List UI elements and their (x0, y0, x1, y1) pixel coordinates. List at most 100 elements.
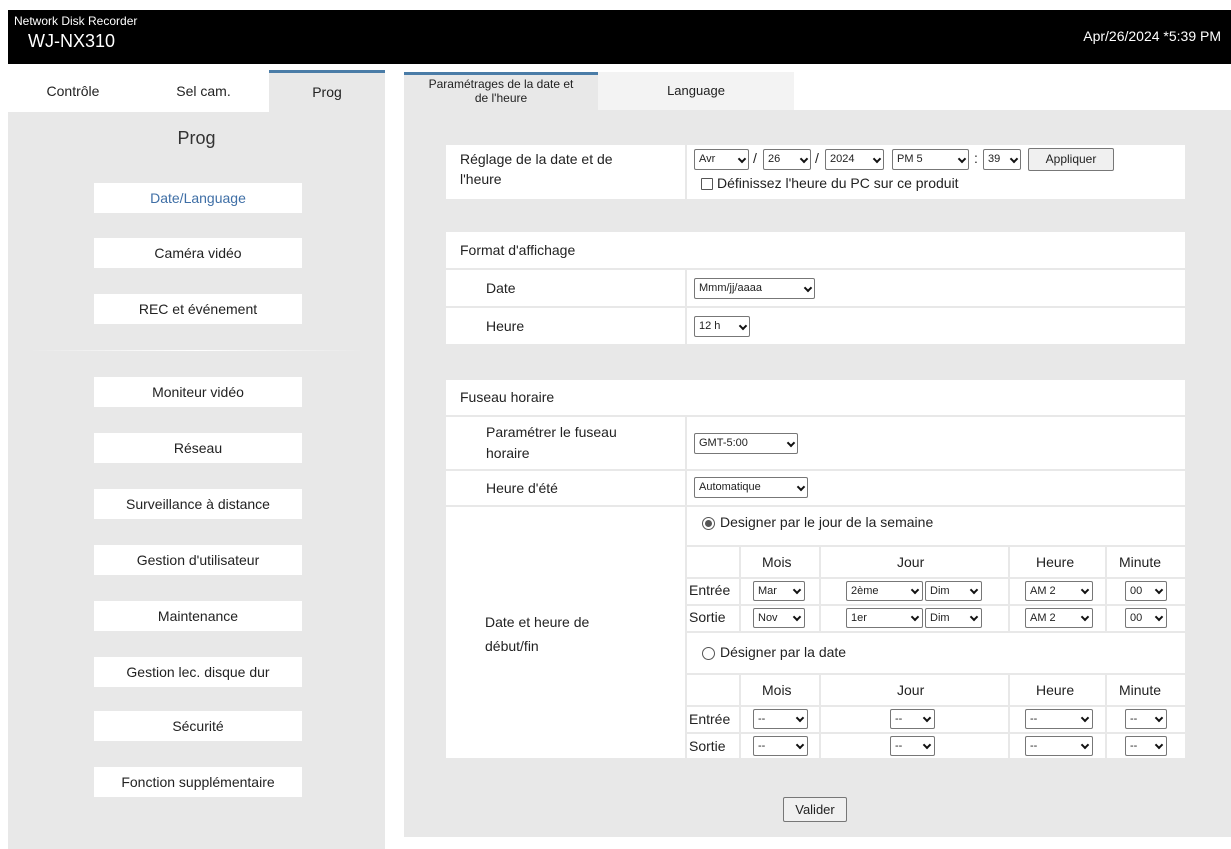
col-header-jour: Jour (897, 554, 925, 570)
time-format-select[interactable]: 12 h (694, 316, 750, 337)
col-header-mois: Mois (762, 554, 792, 570)
select-value: Mar (758, 585, 777, 597)
grid-line (1105, 547, 1107, 632)
dst-end-minute-select[interactable]: 00 (1125, 608, 1167, 628)
tab-controle[interactable]: Contrôle (8, 70, 138, 112)
chevron-down-icon (795, 713, 805, 723)
grid-line (1008, 547, 1010, 632)
date-start-day-select[interactable]: -- (890, 709, 935, 729)
grid-line (1105, 675, 1107, 758)
tab-date-time-line2: de l'heure (474, 91, 528, 105)
tab-prog[interactable]: Prog (269, 70, 385, 112)
menu-network[interactable]: Réseau (94, 433, 302, 463)
dst-start-minute-select[interactable]: 00 (1125, 581, 1167, 601)
col-header-mois: Mois (762, 682, 792, 698)
radio-by-date[interactable] (702, 647, 715, 660)
menu-maintenance[interactable]: Maintenance (94, 601, 302, 631)
chevron-down-icon (1080, 713, 1090, 723)
menu-video-monitor[interactable]: Moniteur vidéo (94, 377, 302, 407)
dst-select[interactable]: Automatique (694, 477, 808, 498)
menu-date-language[interactable]: Date/Language (94, 183, 302, 213)
year-select[interactable]: 2024 (825, 149, 884, 170)
date-start-hour-select[interactable]: -- (1025, 709, 1093, 729)
chevron-down-icon (1154, 585, 1164, 595)
select-value: -- (895, 740, 903, 752)
date-start-month-select[interactable]: -- (753, 709, 808, 729)
date-format-label: Date (446, 270, 685, 306)
apply-button[interactable]: Appliquer (1028, 148, 1114, 171)
dst-end-month-select[interactable]: Nov (753, 608, 805, 628)
date-end-minute-select[interactable]: -- (1125, 736, 1167, 756)
datetime-setting-label: Réglage de la date et de l'heure (446, 145, 685, 199)
select-value: -- (758, 713, 766, 725)
select-value: -- (895, 713, 903, 725)
by-weekday-label: Designer par le jour de la semaine (720, 514, 934, 530)
menu-hdd-management[interactable]: Gestion lec. disque dur (94, 657, 302, 687)
datetime-label-line1: Réglage de la date et de (460, 151, 613, 167)
month-select[interactable]: Avr (694, 149, 749, 170)
pc-time-checkbox[interactable] (701, 178, 713, 190)
hour-select[interactable]: PM 5 (892, 149, 969, 170)
radio-by-weekday[interactable] (702, 517, 715, 530)
row-label-entree: Entrée (689, 711, 731, 727)
tab-date-time[interactable]: Paramétrages de la date et de l'heure (404, 72, 598, 110)
tab-language[interactable]: Language (598, 72, 794, 110)
grid-line (739, 675, 741, 758)
date-separator-1: / (753, 150, 757, 166)
divider (687, 545, 1185, 547)
hour-select-value: PM 5 (897, 153, 923, 165)
menu-rec-event[interactable]: REC et événement (94, 294, 302, 324)
date-end-day-select[interactable]: -- (890, 736, 935, 756)
menu-extra-function[interactable]: Fonction supplémentaire (94, 767, 302, 797)
timezone-select[interactable]: GMT-5:00 (694, 433, 798, 454)
setup-sidebar: Prog Date/Language Caméra vidéo REC et é… (8, 112, 385, 849)
date-end-hour-select[interactable]: -- (1025, 736, 1093, 756)
chevron-down-icon (957, 154, 967, 164)
chevron-down-icon (1080, 612, 1090, 622)
main-tabs: Contrôle Sel cam. Prog (8, 70, 385, 112)
chevron-down-icon (922, 740, 932, 750)
timezone-label-line2: horaire (486, 445, 530, 461)
chevron-down-icon (738, 321, 748, 331)
timezone-label: Paramétrer le fuseau horaire (446, 417, 685, 469)
select-value: AM 2 (1030, 585, 1056, 597)
chevron-down-icon (792, 612, 802, 622)
dst-end-weekday-select[interactable]: Dim (925, 608, 982, 628)
dst-start-hour-select[interactable]: AM 2 (1025, 581, 1093, 601)
timezone-label-line1: Paramétrer le fuseau (486, 424, 617, 440)
grid-line (687, 705, 1185, 707)
menu-camera-video[interactable]: Caméra vidéo (94, 238, 302, 268)
col-header-heure: Heure (1036, 682, 1075, 698)
time-format-label: Heure (446, 308, 685, 344)
date-format-select[interactable]: Mmm/jj/aaaa (694, 278, 815, 299)
minute-select[interactable]: 39 (983, 149, 1021, 170)
dst-end-hour-select[interactable]: AM 2 (1025, 608, 1093, 628)
current-datetime: Apr/26/2024 *5:39 PM (1083, 28, 1221, 44)
dst-end-week-select[interactable]: 1er (846, 608, 923, 628)
dst-start-month-select[interactable]: Mar (753, 581, 805, 601)
display-format-heading: Format d'affichage (446, 232, 1185, 268)
grid-line (819, 547, 821, 632)
row-label-sortie: Sortie (689, 738, 726, 754)
date-start-minute-select[interactable]: -- (1125, 709, 1167, 729)
tab-sel-cam[interactable]: Sel cam. (138, 70, 269, 112)
chevron-down-icon (910, 585, 920, 595)
startend-label-line2: début/fin (485, 638, 539, 654)
menu-remote-surveillance[interactable]: Surveillance à distance (94, 489, 302, 519)
chevron-down-icon (969, 585, 979, 595)
menu-security[interactable]: Sécurité (94, 711, 302, 741)
chevron-down-icon (799, 154, 809, 164)
chevron-down-icon (786, 438, 796, 448)
grid-line (739, 547, 741, 632)
date-end-month-select[interactable]: -- (753, 736, 808, 756)
submit-button[interactable]: Valider (783, 797, 847, 822)
grid-line (687, 732, 1185, 734)
dst-start-weekday-select[interactable]: Dim (925, 581, 982, 601)
day-select[interactable]: 26 (763, 149, 811, 170)
select-value: 2ème (851, 585, 879, 597)
menu-user-management[interactable]: Gestion d'utilisateur (94, 545, 302, 575)
select-value: -- (1130, 740, 1138, 752)
dst-start-week-select[interactable]: 2ème (846, 581, 923, 601)
model-name: WJ-NX310 (28, 31, 116, 51)
chevron-down-icon (1080, 585, 1090, 595)
